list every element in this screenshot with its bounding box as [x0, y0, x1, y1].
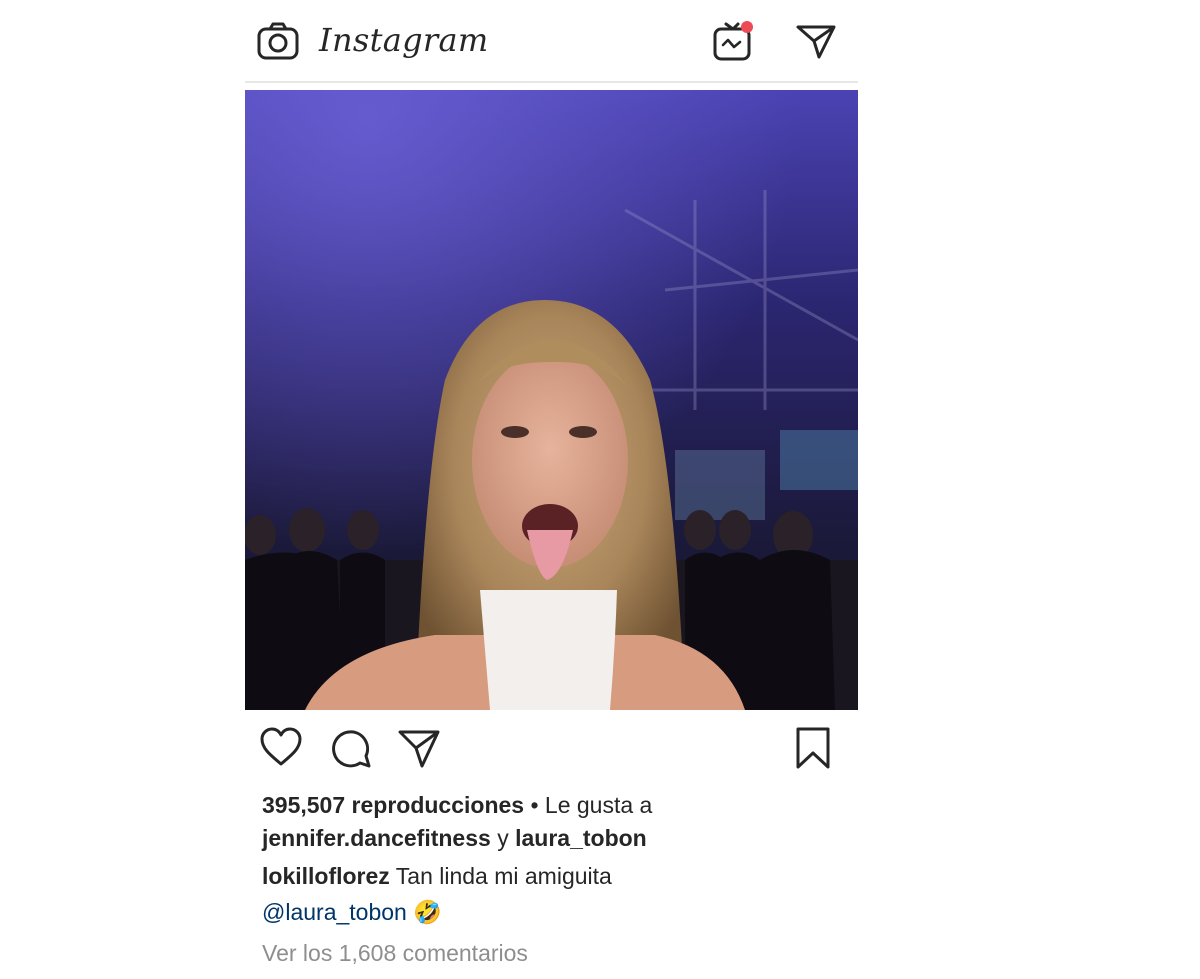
post-video[interactable] — [245, 90, 858, 710]
caption-text: Tan linda mi amiguita — [389, 863, 612, 889]
top-bar: Instagram — [245, 0, 858, 82]
direct-message-icon[interactable] — [795, 22, 837, 60]
notification-dot — [741, 21, 753, 33]
dot-separator: • — [524, 792, 545, 818]
bookmark-icon[interactable] — [791, 726, 835, 770]
liked-by-line: jennifer.dancefitness y laura_tobon — [262, 824, 647, 852]
app-logo: Instagram — [319, 21, 489, 59]
post-actions — [245, 726, 858, 774]
view-count[interactable]: 395,507 reproducciones — [262, 792, 524, 818]
heart-icon[interactable] — [259, 726, 303, 770]
caption-emoji: 🤣 — [406, 899, 442, 925]
camera-icon[interactable] — [257, 22, 299, 60]
liked-by-user-1[interactable]: jennifer.dancefitness — [262, 825, 491, 851]
paper-plane-icon[interactable] — [397, 726, 441, 770]
caption-username[interactable]: lokilloflorez — [262, 863, 390, 889]
views-and-likes-line: 395,507 reproducciones • Le gusta a — [262, 791, 652, 819]
comment-icon[interactable] — [329, 726, 373, 770]
view-comments-link[interactable]: Ver los 1,608 comentarios — [262, 939, 528, 967]
igtv-icon[interactable] — [711, 18, 757, 62]
caption-mention[interactable]: @laura_tobon — [262, 899, 407, 925]
liked-by-prefix: Le gusta a — [544, 792, 653, 818]
caption-line-2: @laura_tobon 🤣 — [262, 898, 442, 926]
video-frame — [245, 90, 858, 710]
liked-by-joiner: y — [490, 825, 516, 851]
caption-line: lokilloflorez Tan linda mi amiguita — [262, 862, 612, 890]
liked-by-user-2[interactable]: laura_tobon — [515, 825, 647, 851]
header-divider — [245, 81, 858, 83]
instagram-feed: Instagram 395,507 reproducciones • Le gu… — [245, 0, 858, 979]
